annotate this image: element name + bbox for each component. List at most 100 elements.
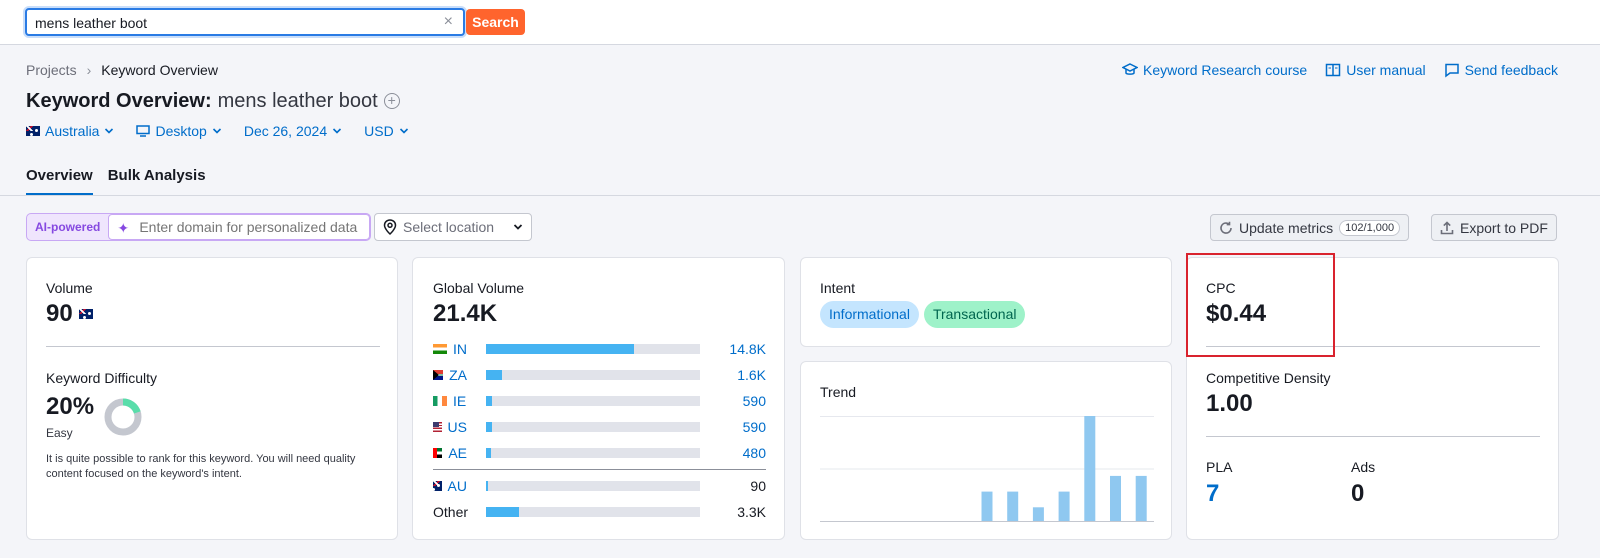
- country-row-ie: IE 590: [433, 392, 766, 410]
- country-code[interactable]: US: [433, 419, 467, 435]
- breadcrumb-current: Keyword Overview: [101, 62, 218, 78]
- competitive-density-value: 1.00: [1206, 390, 1253, 417]
- country-row-za: ZA 1.6K: [433, 366, 766, 384]
- breadcrumb-projects[interactable]: Projects: [26, 62, 77, 78]
- location-placeholder: Select location: [403, 219, 495, 235]
- global-volume-label: Global Volume: [433, 280, 525, 296]
- volume-value-wrap: 90: [46, 300, 93, 328]
- search-button[interactable]: Search: [466, 9, 525, 35]
- kd-value: 20%: [46, 393, 95, 420]
- country-code-label: US: [447, 419, 467, 435]
- intent-chips: Informational Transactional: [820, 301, 1026, 328]
- country-share-fill: [486, 370, 502, 380]
- chevron-down-icon: [105, 128, 114, 134]
- search-input[interactable]: [35, 13, 435, 33]
- country-row-us: US 590: [433, 418, 766, 436]
- pla-value[interactable]: 7: [1206, 480, 1219, 508]
- trend-bar[interactable]: [1058, 491, 1070, 521]
- country-code[interactable]: AU: [433, 478, 467, 494]
- country-code-label: IE: [453, 393, 467, 409]
- country-dropdown[interactable]: Australia: [26, 123, 114, 139]
- kd-description: It is quite possible to rank for this ke…: [46, 453, 356, 480]
- update-metrics-label: Update metrics: [1239, 219, 1334, 236]
- update-metrics-button[interactable]: Update metrics 102/1,000: [1210, 214, 1410, 241]
- country-code-label: IN: [453, 341, 467, 357]
- trend-bar[interactable]: [981, 491, 993, 521]
- ai-domain-input-wrap[interactable]: ✦: [108, 214, 371, 240]
- country-share-fill: [486, 507, 519, 517]
- country-code[interactable]: IE: [433, 393, 467, 409]
- country-share-bar: [486, 481, 700, 491]
- kd-donut: [104, 398, 142, 436]
- tab-bulk-analysis[interactable]: Bulk Analysis: [108, 167, 206, 196]
- date-dropdown[interactable]: Dec 26, 2024: [244, 123, 342, 139]
- ai-powered-badge: AI-powered: [35, 220, 101, 234]
- chevron-down-icon: [399, 128, 408, 134]
- trend-chart: [820, 416, 1154, 522]
- country-volume-value[interactable]: 1.6K: [737, 367, 766, 383]
- country-code-label: AU: [447, 478, 467, 494]
- refresh-icon: [1220, 221, 1232, 234]
- export-pdf-button[interactable]: Export to PDF: [1431, 214, 1557, 241]
- country-share-bar: [486, 344, 700, 354]
- country-share-fill: [486, 448, 491, 458]
- tabs-divider: [0, 195, 1600, 196]
- device-label: Desktop: [155, 123, 207, 139]
- flag-us-icon: [433, 422, 442, 432]
- intent-label: Intent: [820, 280, 856, 296]
- user-manual-label: User manual: [1346, 62, 1426, 78]
- country-code[interactable]: IN: [433, 341, 467, 357]
- user-manual-link[interactable]: User manual: [1325, 62, 1426, 78]
- send-feedback-link[interactable]: Send feedback: [1444, 62, 1558, 78]
- flag-ae-icon: [433, 448, 443, 458]
- country-row-au: AU 90: [433, 477, 766, 495]
- country-volume-value[interactable]: 590: [743, 393, 766, 409]
- send-feedback-label: Send feedback: [1464, 62, 1558, 78]
- country-code[interactable]: ZA: [433, 367, 467, 383]
- location-select[interactable]: Select location: [374, 213, 532, 241]
- intent-card: Intent Informational Transactional: [800, 257, 1172, 347]
- breadcrumb-separator: ›: [86, 62, 92, 78]
- filters-bar: Australia Desktop Dec 26, 2024 USD: [26, 123, 409, 139]
- country-volume-value[interactable]: 480: [743, 445, 766, 461]
- trend-bar[interactable]: [1110, 475, 1121, 521]
- add-keyword-icon[interactable]: +: [383, 93, 400, 109]
- currency-dropdown[interactable]: USD: [364, 123, 409, 139]
- top-search-bar: × Search: [0, 0, 1600, 45]
- tab-overview[interactable]: Overview: [26, 167, 93, 196]
- tabs: Overview Bulk Analysis: [26, 167, 206, 196]
- speech-bubble-icon: [1444, 63, 1459, 78]
- flag-au-icon: [433, 481, 442, 491]
- volume-kd-card: Volume 90 Keyword Difficulty 20% Easy It…: [26, 257, 398, 540]
- flag-za-icon: [433, 370, 444, 380]
- country-volume-value[interactable]: 590: [743, 419, 766, 435]
- trend-bar[interactable]: [1032, 507, 1044, 521]
- card-divider: [46, 346, 380, 347]
- country-share-fill: [486, 396, 492, 406]
- breadcrumb: Projects › Keyword Overview: [26, 62, 218, 78]
- ai-domain-field: AI-powered ✦: [26, 213, 372, 241]
- trend-label: Trend: [820, 384, 857, 400]
- country-share-bar: [486, 507, 700, 517]
- location-pin-icon: [383, 219, 397, 235]
- domain-input[interactable]: [139, 219, 368, 235]
- export-icon: [1440, 220, 1454, 234]
- volume-value: 90: [46, 300, 73, 327]
- trend-bar[interactable]: [1135, 475, 1147, 521]
- global-volume-card: Global Volume 21.4K IN 14.8K ZA 1.6K IE …: [412, 257, 785, 540]
- country-volume-value[interactable]: 14.8K: [729, 341, 766, 357]
- trend-bar[interactable]: [1007, 491, 1019, 521]
- country-volume-value: 90: [750, 478, 766, 494]
- volume-label: Volume: [46, 280, 93, 296]
- search-box[interactable]: ×: [25, 8, 465, 36]
- trend-bar[interactable]: [1084, 416, 1096, 521]
- trend-card: Trend: [800, 361, 1172, 540]
- currency-label: USD: [364, 123, 394, 139]
- keyword-research-course-link[interactable]: Keyword Research course: [1122, 62, 1307, 78]
- clear-search-icon[interactable]: ×: [444, 13, 453, 31]
- country-row-ae: AE 480: [433, 444, 766, 462]
- flag-au-icon: [78, 309, 93, 319]
- device-dropdown[interactable]: Desktop: [136, 123, 221, 139]
- country-code[interactable]: AE: [433, 445, 467, 461]
- keyword-research-course-label: Keyword Research course: [1143, 62, 1308, 78]
